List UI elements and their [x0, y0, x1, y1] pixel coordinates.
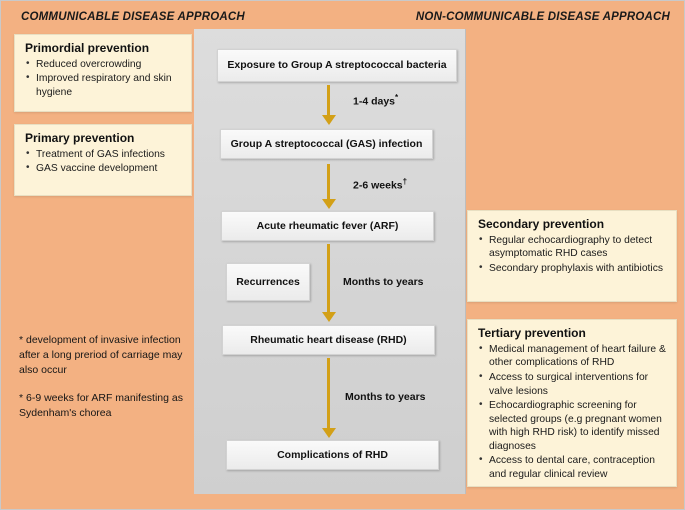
list-item: Medical management of heart failure & ot… — [478, 342, 668, 370]
arrow-label-months-to-years-2: Months to years — [345, 391, 426, 403]
flow-box-label: Acute rheumatic fever (ARF) — [256, 219, 399, 232]
arrow-label-1-4-days: 1-4 days* — [353, 93, 398, 108]
panel-list: Treatment of GAS infections GAS vaccine … — [25, 147, 183, 176]
panel-list: Regular echocardiography to detect asymp… — [478, 233, 668, 276]
list-item: GAS vaccine development — [25, 161, 183, 176]
arrow-rhd-to-complications — [322, 358, 336, 438]
list-item: Reduced overcrowding — [25, 57, 183, 72]
panel-secondary-prevention: Secondary prevention Regular echocardiog… — [467, 210, 677, 302]
diagram-canvas: COMMUNICABLE DISEASE APPROACH NON-COMMUN… — [0, 0, 685, 510]
panel-title: Secondary prevention — [478, 217, 605, 231]
arrow-label-marker: † — [402, 177, 408, 186]
arrow-label-text: Months to years — [345, 391, 426, 403]
flow-box-label: Rheumatic heart disease (RHD) — [250, 333, 407, 346]
flow-box-gas-infection: Group A streptococcal (GAS) infection — [220, 129, 433, 159]
panel-tertiary-prevention: Tertiary prevention Medical management o… — [467, 319, 677, 487]
arrow-label-months-to-years-1: Months to years — [343, 276, 424, 288]
arrow-label-text: 1-4 days — [353, 95, 396, 108]
footnote-asterisk: * development of invasive infection afte… — [19, 334, 183, 377]
header-communicable-approach: COMMUNICABLE DISEASE APPROACH — [21, 11, 245, 23]
panel-title: Tertiary prevention — [478, 326, 586, 340]
list-item: Access to dental care, contraception and… — [478, 453, 668, 481]
flow-box-complications-of-rhd: Complications of RHD — [226, 440, 439, 470]
flow-box-rheumatic-heart-disease: Rheumatic heart disease (RHD) — [222, 325, 435, 355]
list-item: Regular echocardiography to detect asymp… — [478, 233, 668, 261]
list-item: Echocardiographic screening for selected… — [478, 398, 668, 453]
footnotes: * development of invasive infection afte… — [19, 333, 187, 433]
list-item: Improved respiratory and skin hygiene — [25, 71, 183, 99]
list-item: Secondary prophylaxis with antibiotics — [478, 261, 668, 276]
header-non-communicable-approach: NON-COMMUNICABLE DISEASE APPROACH — [415, 11, 670, 23]
arrow-exposure-to-infection — [322, 85, 336, 125]
panel-title: Primary prevention — [25, 131, 135, 145]
arrow-label-marker: * — [395, 93, 399, 102]
flow-box-acute-rheumatic-fever: Acute rheumatic fever (ARF) — [221, 211, 434, 241]
flow-box-exposure: Exposure to Group A streptococcal bacter… — [217, 49, 457, 82]
flow-box-label: Recurrences — [236, 275, 300, 288]
arrow-infection-to-arf — [322, 164, 336, 209]
flow-box-label: Group A streptococcal (GAS) infection — [230, 137, 423, 150]
arrow-label-text: 2-6 weeks — [353, 179, 403, 192]
flow-box-label: Complications of RHD — [277, 448, 388, 461]
flow-box-recurrences: Recurrences — [226, 263, 310, 301]
arrow-label-text: Months to years — [343, 276, 424, 288]
list-item: Access to surgical interventions for val… — [478, 370, 668, 398]
panel-list: Reduced overcrowding Improved respirator… — [25, 57, 183, 100]
panel-list: Medical management of heart failure & ot… — [478, 342, 668, 482]
panel-title: Primordial prevention — [25, 41, 150, 55]
flow-box-label: Exposure to Group A streptococcal bacter… — [227, 59, 447, 72]
arrow-arf-to-rhd — [322, 244, 336, 322]
footnote-dagger: * 6-9 weeks for ARF manifesting as Syden… — [19, 391, 183, 419]
panel-primary-prevention: Primary prevention Treatment of GAS infe… — [14, 124, 192, 196]
list-item: Treatment of GAS infections — [25, 147, 183, 162]
arrow-label-2-6-weeks: 2-6 weeks† — [353, 177, 407, 192]
panel-primordial-prevention: Primordial prevention Reduced overcrowdi… — [14, 34, 192, 112]
